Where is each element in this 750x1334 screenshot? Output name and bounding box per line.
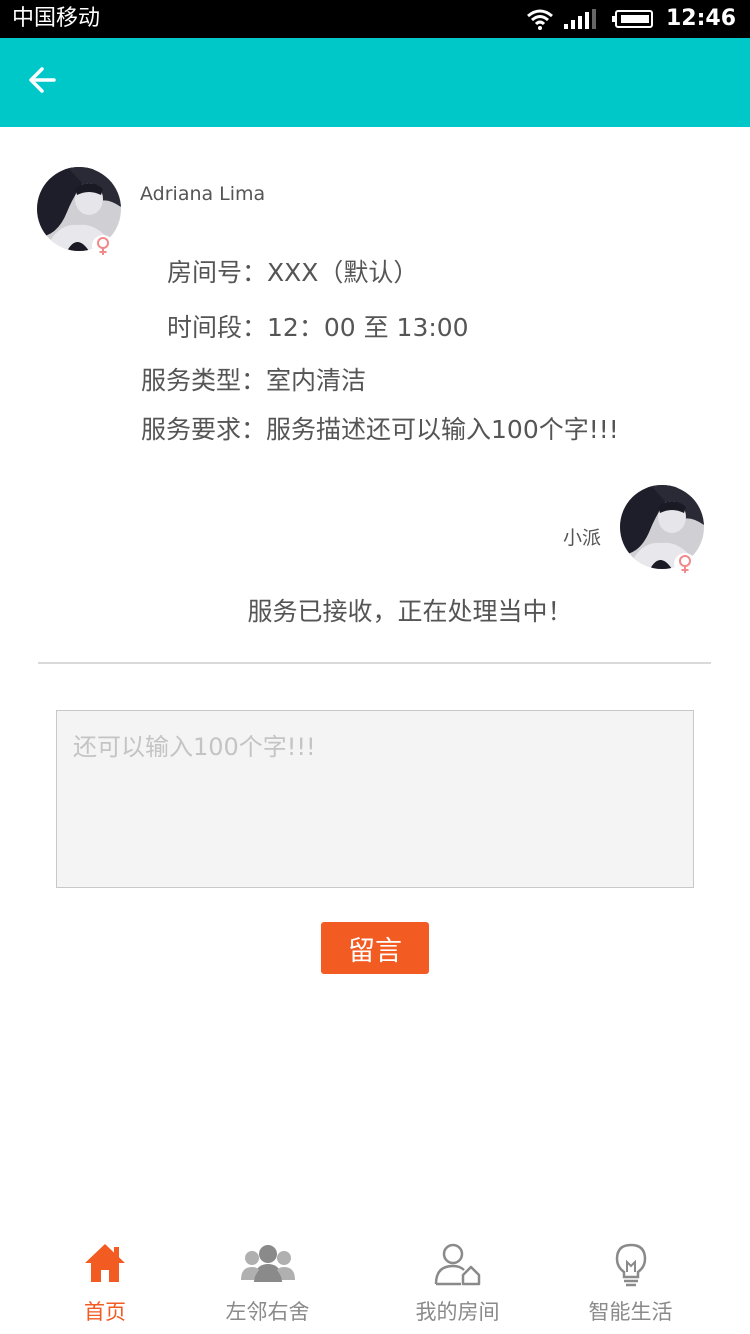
reply-message: 服务已接收，正在处理当中！	[247, 597, 573, 626]
service-type-row: 服务类型：室内清洁	[141, 361, 366, 397]
tab-smart-life[interactable]: 智能生活	[563, 1230, 698, 1334]
tab-neighbors[interactable]: 左邻右舍	[200, 1230, 335, 1334]
user-name: Adriana Lima	[140, 183, 266, 205]
tab-home-label: 首页	[84, 1300, 126, 1324]
clock: 12:46	[665, 6, 736, 31]
bottom-tab-bar: 首页 左邻右舍 我的房间 智能生活	[0, 1230, 750, 1334]
time-value: 12：00 至 13:00	[267, 313, 469, 342]
room-value: XXX（默认）	[267, 258, 419, 287]
tab-my-room-label: 我的房间	[415, 1300, 500, 1324]
time-row: 时间段：12：00 至 13:00	[167, 308, 469, 344]
female-icon	[674, 553, 696, 575]
time-label: 时间段：	[167, 313, 268, 342]
service-requirement-value: 服务描述还可以输入100个字!!!	[266, 415, 619, 444]
service-requirement-label: 服务要求：	[141, 415, 267, 444]
battery-icon	[612, 10, 653, 28]
leave-message-button[interactable]: 留言	[321, 922, 429, 974]
room-row: 房间号：XXX（默认）	[167, 253, 418, 289]
signal-icon	[564, 9, 596, 29]
tab-my-room[interactable]: 我的房间	[390, 1230, 525, 1334]
wifi-icon	[527, 9, 553, 30]
bulb-icon	[615, 1243, 646, 1287]
home-icon	[85, 1244, 125, 1282]
back-button[interactable]	[22, 58, 66, 102]
my-room-icon	[434, 1243, 480, 1286]
service-type-value: 室内清洁	[266, 366, 367, 395]
neighbors-icon	[240, 1245, 295, 1282]
agent-name: 小派	[563, 527, 602, 549]
service-type-label: 服务类型：	[141, 366, 267, 395]
room-label: 房间号：	[167, 258, 268, 287]
tab-neighbors-label: 左邻右舍	[225, 1300, 310, 1324]
female-icon	[92, 235, 114, 257]
carrier-name: 中国移动	[12, 6, 101, 31]
arrow-left-icon	[29, 67, 56, 93]
service-requirement-row: 服务要求：服务描述还可以输入100个字!!!	[141, 410, 619, 446]
status-bar: 中国移动 12:46	[0, 0, 750, 38]
tab-smart-life-label: 智能生活	[588, 1300, 673, 1324]
tab-home[interactable]: 首页	[45, 1230, 165, 1334]
message-input[interactable]	[56, 710, 694, 888]
header-bar	[0, 38, 750, 127]
divider	[38, 662, 711, 664]
